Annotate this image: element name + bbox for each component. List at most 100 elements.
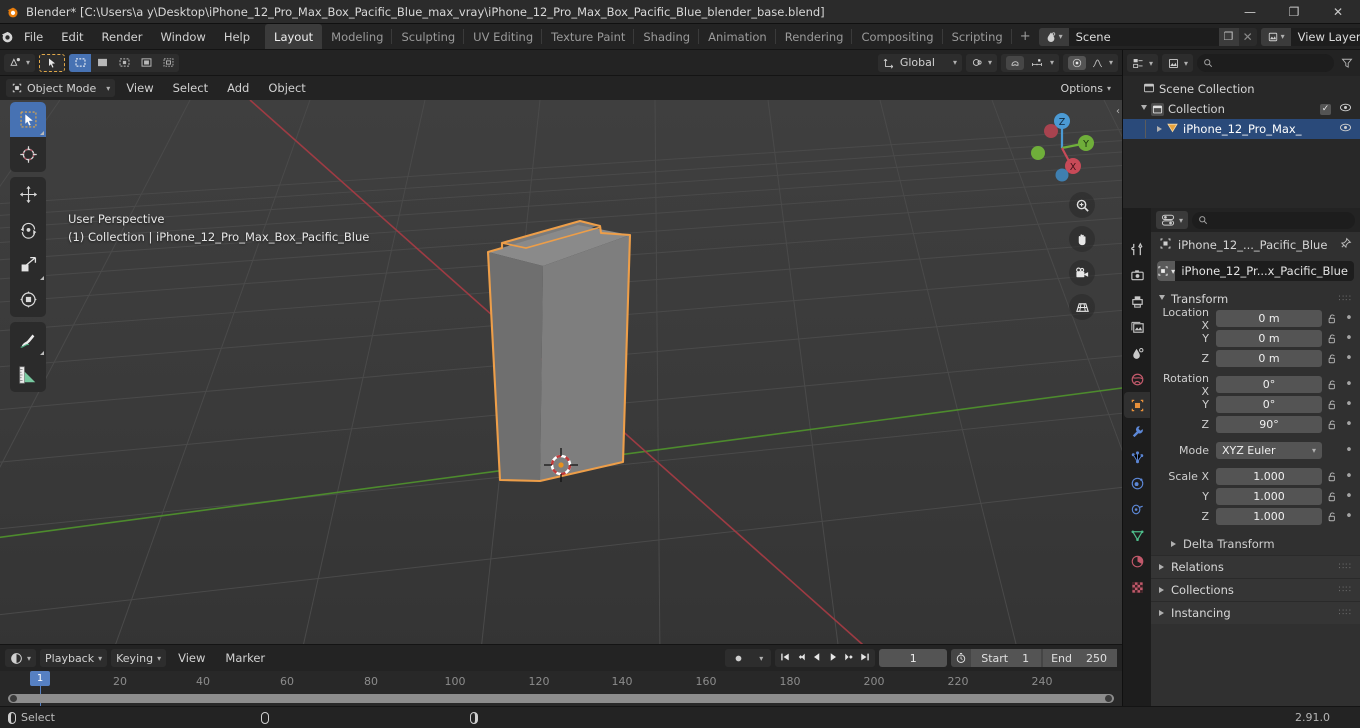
relations-panel[interactable]: Relations ∷∷: [1151, 555, 1360, 578]
auto-keying-toggle[interactable]: [725, 649, 751, 667]
rotation-x-field[interactable]: 0°: [1216, 376, 1322, 393]
collections-panel[interactable]: Collections ∷∷: [1151, 578, 1360, 601]
pivot-point-dropdown[interactable]: ▾: [965, 53, 997, 72]
select-box-icon[interactable]: [69, 53, 92, 72]
scene-unlink-button[interactable]: ✕: [1239, 28, 1257, 46]
object-mode-dropdown[interactable]: Object Mode ▾: [6, 79, 116, 97]
tab-scripting[interactable]: Scripting: [943, 24, 1012, 49]
play-icon[interactable]: [826, 651, 840, 666]
lock-icon[interactable]: [1325, 511, 1339, 523]
menu-edit[interactable]: Edit: [52, 24, 92, 49]
maximize-button[interactable]: ❐: [1272, 0, 1316, 24]
outliner-row-iphone-object[interactable]: iPhone_12_Pro_Max_: [1123, 119, 1360, 139]
transform-orientation-dropdown[interactable]: Global ▾: [877, 53, 962, 72]
tool-measure-icon[interactable]: [10, 357, 46, 392]
outliner-row-collection[interactable]: Collection ✓: [1123, 99, 1360, 119]
location-y-field[interactable]: 0 m: [1216, 330, 1322, 347]
lock-icon[interactable]: [1325, 333, 1339, 345]
properties-constraints-tab[interactable]: [1124, 496, 1150, 522]
select-extend-icon[interactable]: [91, 54, 113, 72]
outliner-display-mode-dropdown[interactable]: ▾: [1162, 54, 1194, 72]
properties-texture-tab[interactable]: [1124, 574, 1150, 600]
location-x-field[interactable]: 0 m: [1216, 310, 1322, 327]
outliner-search-input[interactable]: [1197, 54, 1334, 72]
auto-keying-dropdown[interactable]: ▾: [751, 649, 771, 667]
outliner-filter-icon[interactable]: [1338, 57, 1356, 69]
lock-icon[interactable]: [1325, 379, 1339, 391]
timeline-menu-marker[interactable]: Marker: [217, 648, 273, 668]
properties-editor-type-button[interactable]: ▾: [1156, 211, 1189, 229]
tab-rendering[interactable]: Rendering: [776, 24, 853, 49]
animate-dot[interactable]: •: [1342, 352, 1356, 365]
properties-view-layer-tab[interactable]: [1124, 314, 1150, 340]
animate-dot[interactable]: •: [1342, 312, 1356, 325]
tab-sculpting[interactable]: Sculpting: [392, 24, 464, 49]
tool-scale-icon[interactable]: [10, 247, 46, 282]
select-intersect-icon[interactable]: [135, 54, 157, 72]
animate-dot[interactable]: •: [1342, 510, 1356, 523]
properties-render-tab[interactable]: [1124, 262, 1150, 288]
tool-transform-icon[interactable]: [10, 282, 46, 317]
proportional-icon[interactable]: [1067, 55, 1086, 70]
expand-triangle-icon[interactable]: [1157, 126, 1162, 132]
start-frame-value[interactable]: 1: [1015, 649, 1042, 667]
tool-move-icon[interactable]: [10, 177, 46, 212]
view-layer-icon[interactable]: ▾: [1260, 27, 1291, 46]
next-keyframe-icon[interactable]: [842, 651, 856, 666]
rotation-y-field[interactable]: 0°: [1216, 396, 1322, 413]
snap-increment-icon[interactable]: [1030, 57, 1044, 69]
timeline-scrollbar[interactable]: [8, 694, 1114, 703]
tab-layout[interactable]: Layout: [265, 24, 323, 49]
current-frame-field[interactable]: 1: [879, 649, 948, 667]
eye-icon[interactable]: [1339, 102, 1352, 116]
location-z-field[interactable]: 0 m: [1216, 350, 1322, 367]
properties-search-input[interactable]: [1192, 211, 1355, 229]
add-workspace-button[interactable]: +: [1012, 24, 1039, 49]
pan-hand-icon[interactable]: [1069, 226, 1095, 252]
jump-end-icon[interactable]: [858, 651, 872, 666]
eye-icon[interactable]: [1339, 122, 1352, 136]
close-button[interactable]: ✕: [1316, 0, 1360, 24]
lock-icon[interactable]: [1325, 399, 1339, 411]
menu-render[interactable]: Render: [93, 24, 152, 49]
timeline-menu-keying[interactable]: Keying ▾: [111, 649, 167, 667]
viewport-menu-add[interactable]: Add: [219, 78, 257, 98]
lock-icon[interactable]: [1325, 313, 1339, 325]
expand-triangle-icon[interactable]: [1141, 105, 1147, 113]
scale-y-field[interactable]: 1.000: [1216, 488, 1322, 505]
play-reverse-icon[interactable]: [810, 651, 824, 666]
magnet-icon[interactable]: [1005, 55, 1024, 70]
options-dropdown[interactable]: Options ▾: [1056, 79, 1116, 97]
properties-output-tab[interactable]: [1124, 288, 1150, 314]
animate-dot[interactable]: •: [1342, 398, 1356, 411]
outliner-row-scene-collection[interactable]: Scene Collection: [1123, 79, 1360, 99]
timeline-track[interactable]: 20 40 60 80 100 120 140 160 180 200 220 …: [0, 671, 1122, 706]
menu-window[interactable]: Window: [151, 24, 214, 49]
iphone-box-mesh[interactable]: [0, 100, 1122, 644]
timeline-editor-type-button[interactable]: ▾: [5, 649, 37, 667]
editor-type-button[interactable]: ▾: [4, 53, 36, 72]
timeline-menu-playback[interactable]: Playback ▾: [40, 649, 108, 667]
animate-dot[interactable]: •: [1342, 332, 1356, 345]
camera-view-icon[interactable]: [1069, 260, 1095, 286]
lock-icon[interactable]: [1325, 419, 1339, 431]
outliner-editor-type-button[interactable]: ▾: [1127, 54, 1159, 72]
scale-x-field[interactable]: 1.000: [1216, 468, 1322, 485]
viewport-menu-select[interactable]: Select: [165, 78, 216, 98]
properties-material-tab[interactable]: [1124, 548, 1150, 574]
tool-cursor-icon[interactable]: [10, 137, 46, 172]
jump-start-icon[interactable]: [778, 651, 792, 666]
tab-compositing[interactable]: Compositing: [852, 24, 943, 49]
animate-dot[interactable]: •: [1342, 490, 1356, 503]
object-name-field[interactable]: iPhone_12_Pr...x_Pacific_Blue: [1175, 264, 1354, 278]
prev-keyframe-icon[interactable]: [794, 651, 808, 666]
animate-dot[interactable]: •: [1342, 378, 1356, 391]
properties-particles-tab[interactable]: [1124, 444, 1150, 470]
viewport-menu-view[interactable]: View: [118, 78, 161, 98]
properties-world-tab[interactable]: [1124, 366, 1150, 392]
sidebar-collapse-arrow[interactable]: ‹: [1116, 106, 1120, 117]
playhead[interactable]: 1: [30, 671, 50, 686]
navigation-gizmo[interactable]: Z Y X: [1020, 106, 1104, 190]
falloff-icon[interactable]: [1091, 57, 1104, 69]
use-preview-range-icon[interactable]: [951, 652, 971, 664]
